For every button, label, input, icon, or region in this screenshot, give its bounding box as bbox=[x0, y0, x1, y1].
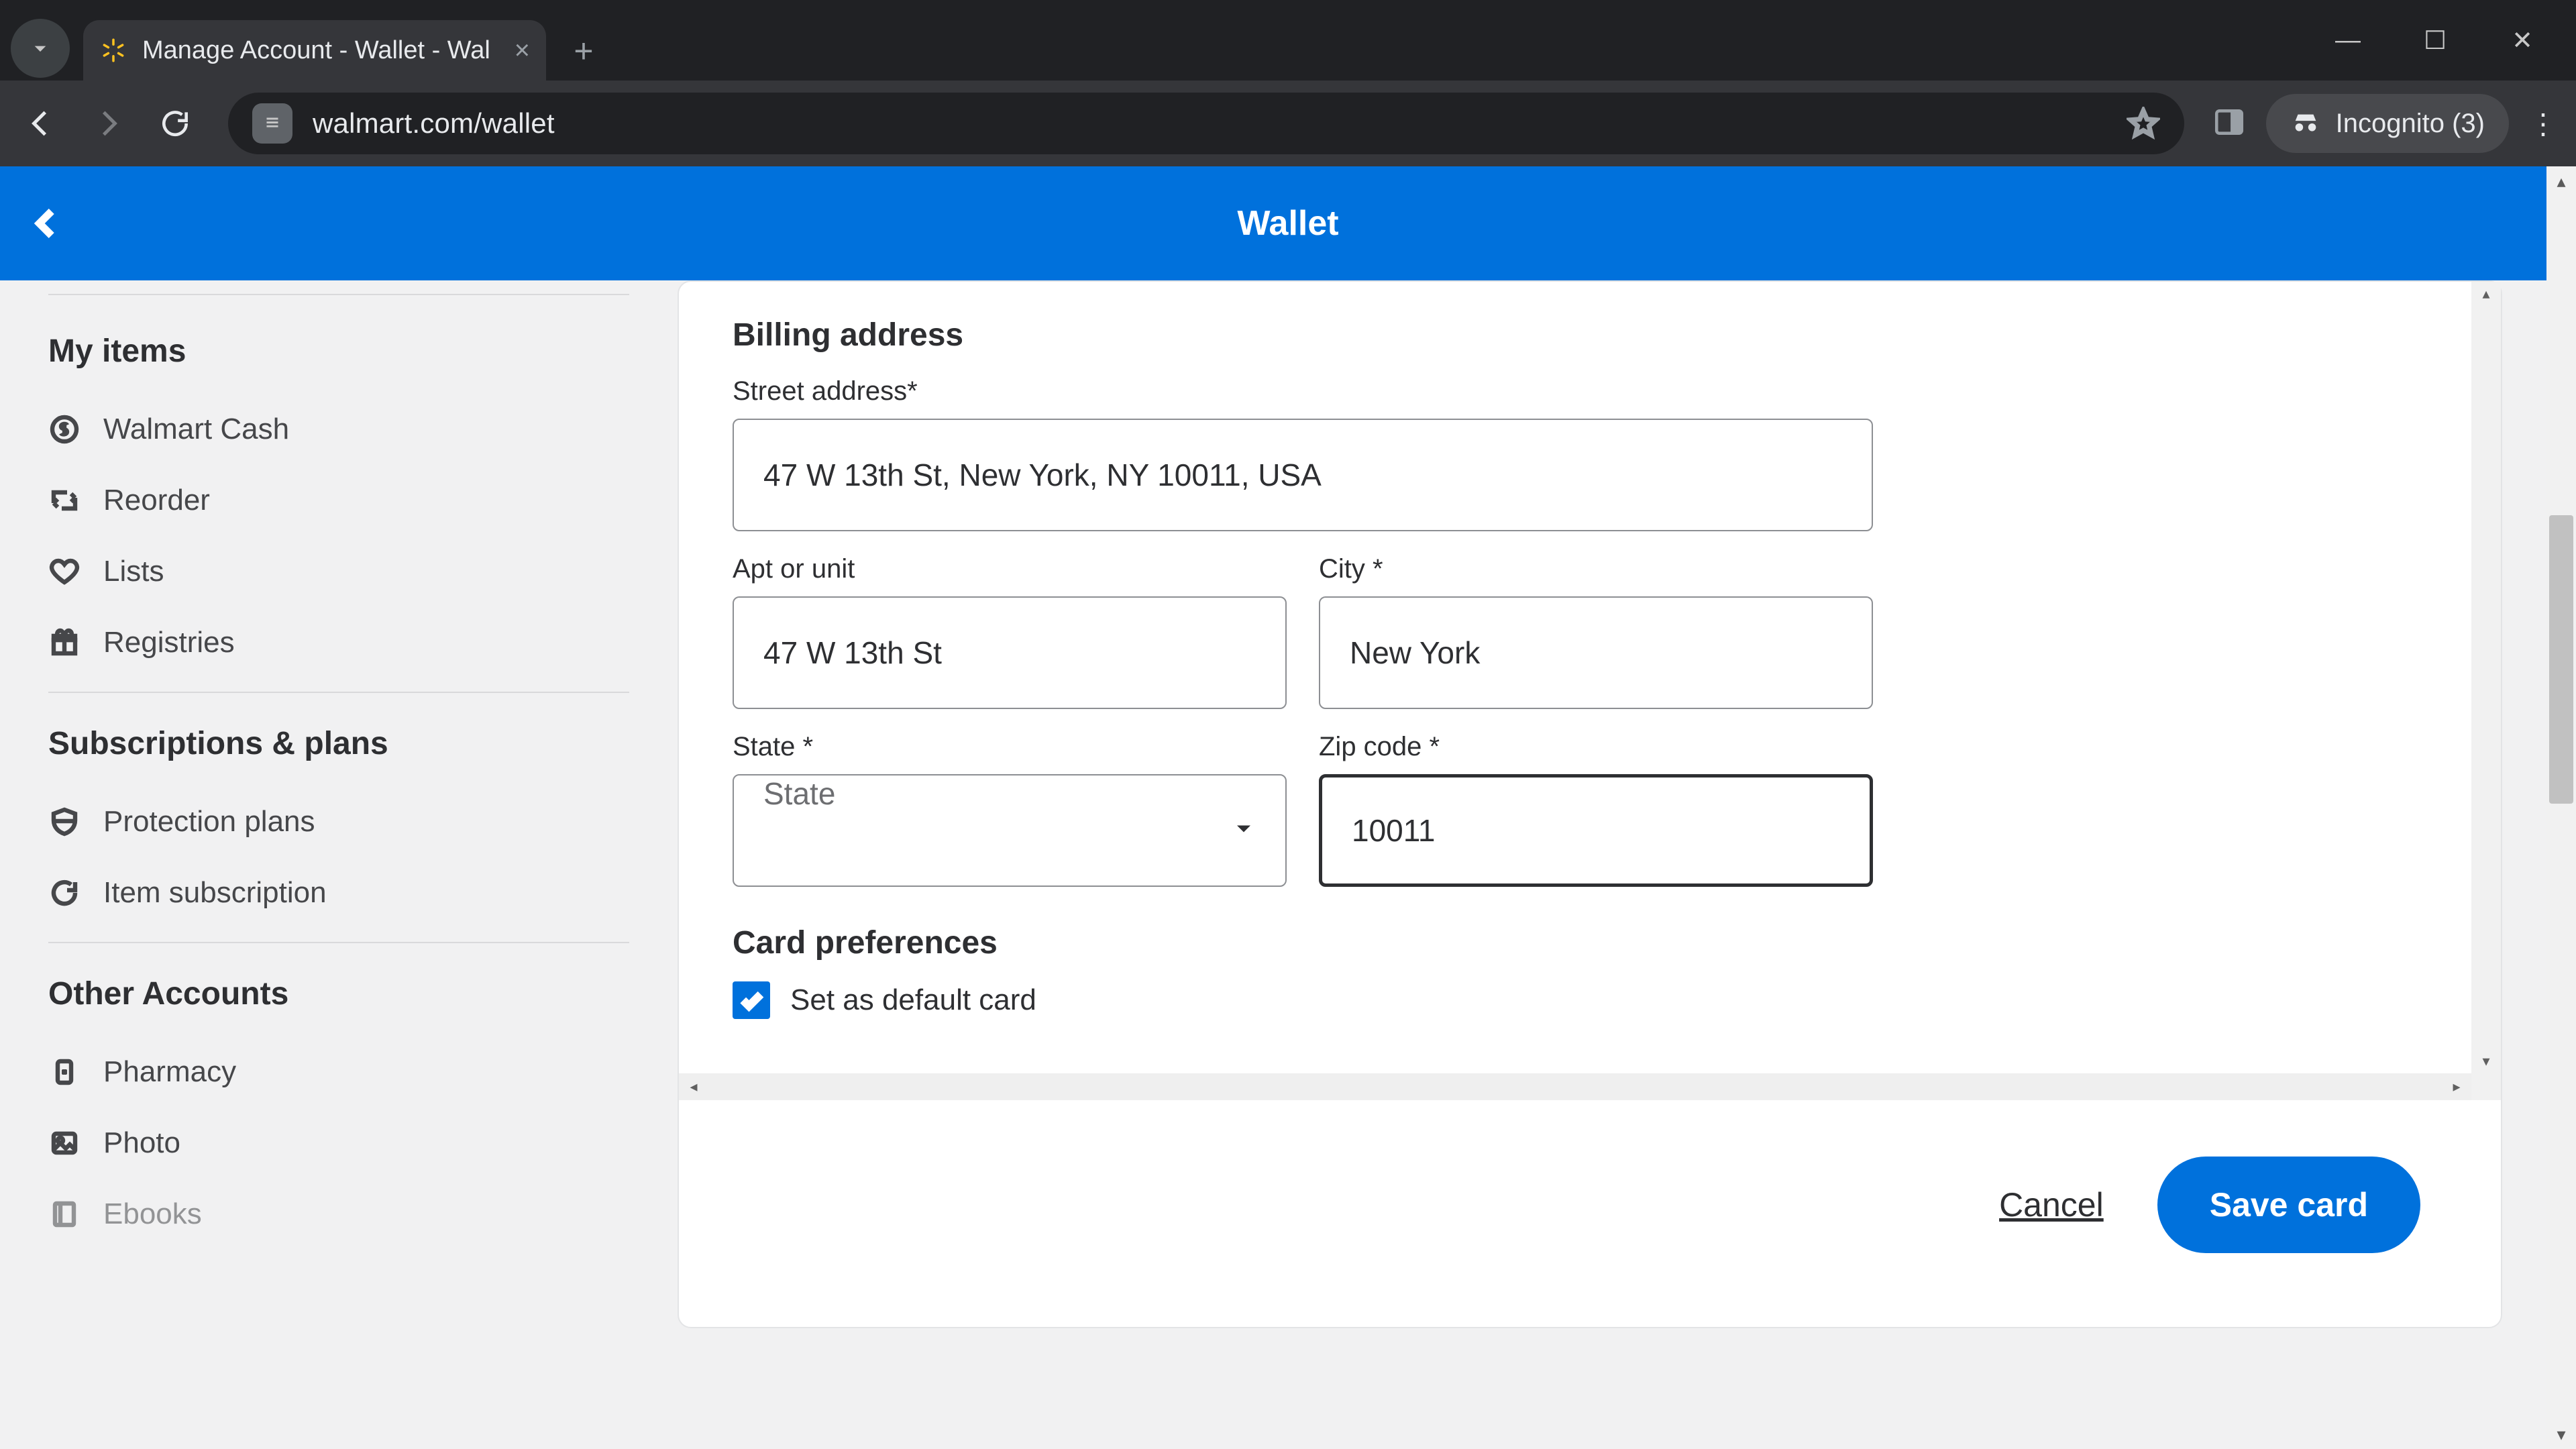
gift-icon bbox=[48, 627, 80, 659]
nav-forward-button[interactable] bbox=[83, 99, 133, 148]
walmart-favicon bbox=[99, 36, 127, 64]
page-back-button[interactable] bbox=[27, 203, 67, 244]
scroll-right-icon[interactable]: ▸ bbox=[2442, 1073, 2471, 1100]
tab-close-icon[interactable]: × bbox=[498, 36, 530, 66]
page-title: Wallet bbox=[1237, 203, 1338, 244]
incognito-indicator[interactable]: Incognito (3) bbox=[2266, 94, 2509, 153]
shield-icon bbox=[48, 806, 80, 838]
default-card-label: Set as default card bbox=[790, 983, 1036, 1017]
window-close-icon[interactable]: ✕ bbox=[2502, 25, 2542, 56]
address-bar[interactable]: walmart.com/wallet bbox=[228, 93, 2184, 154]
zip-input[interactable] bbox=[1319, 774, 1873, 887]
ebooks-icon bbox=[48, 1198, 80, 1230]
page-scroll-down-icon[interactable]: ▾ bbox=[2546, 1419, 2576, 1449]
billing-address-heading: Billing address bbox=[733, 317, 2447, 354]
street-address-input[interactable] bbox=[733, 419, 1873, 531]
sidebar-section-my-items: My items bbox=[48, 333, 629, 370]
sidebar-item-item-subscription[interactable]: Item subscription bbox=[48, 857, 629, 928]
reorder-icon bbox=[48, 484, 80, 517]
page-scroll-up-icon[interactable]: ▴ bbox=[2546, 166, 2576, 196]
scroll-left-icon[interactable]: ◂ bbox=[679, 1073, 708, 1100]
dollar-circle-icon bbox=[48, 413, 80, 445]
photo-icon bbox=[48, 1127, 80, 1159]
tab-title: Manage Account - Wallet - Wal bbox=[142, 36, 490, 65]
nav-back-button[interactable] bbox=[16, 99, 66, 148]
browser-toolbar: walmart.com/wallet Incognito (3) ⋮ bbox=[0, 80, 2576, 166]
street-address-label: Street address* bbox=[733, 376, 2447, 407]
new-tab-button[interactable]: + bbox=[559, 27, 608, 75]
form-horizontal-scrollbar[interactable]: ◂ ▸ bbox=[679, 1073, 2471, 1100]
zip-label: Zip code * bbox=[1319, 732, 1873, 762]
site-info-icon[interactable] bbox=[252, 103, 292, 144]
incognito-label: Incognito (3) bbox=[2336, 109, 2485, 139]
apt-input[interactable] bbox=[733, 596, 1287, 709]
city-label: City * bbox=[1319, 554, 1873, 584]
refresh-icon bbox=[48, 877, 80, 909]
url-text: walmart.com/wallet bbox=[313, 107, 555, 140]
page-scroll-thumb[interactable] bbox=[2549, 515, 2573, 804]
tab-strip: Manage Account - Wallet - Wal × + ― ☐ ✕ bbox=[0, 16, 2576, 80]
tab-search-button[interactable] bbox=[11, 19, 70, 78]
form-vertical-scrollbar[interactable]: ▴ ▾ bbox=[2471, 282, 2501, 1100]
payment-card-form: Billing address Street address* Apt or u… bbox=[678, 280, 2502, 1328]
sidebar-item-ebooks[interactable]: Ebooks bbox=[48, 1179, 629, 1250]
side-panel-icon[interactable] bbox=[2212, 105, 2249, 142]
sidebar-item-lists[interactable]: Lists bbox=[48, 536, 629, 607]
sidebar-section-other-accounts: Other Accounts bbox=[48, 975, 629, 1012]
sidebar-item-reorder[interactable]: Reorder bbox=[48, 465, 629, 536]
window-minimize-icon[interactable]: ― bbox=[2328, 26, 2368, 55]
sidebar-item-photo[interactable]: Photo bbox=[48, 1108, 629, 1179]
default-card-checkbox[interactable] bbox=[733, 981, 770, 1019]
page-vertical-scrollbar[interactable]: ▴ ▾ bbox=[2546, 166, 2576, 1449]
sidebar-item-walmart-cash[interactable]: Walmart Cash bbox=[48, 394, 629, 465]
sidebar-item-registries[interactable]: Registries bbox=[48, 607, 629, 678]
nav-reload-button[interactable] bbox=[150, 99, 200, 148]
account-sidebar: My items Walmart Cash Reorder Lists Regi… bbox=[0, 280, 678, 1449]
window-controls: ― ☐ ✕ bbox=[2328, 0, 2576, 80]
scroll-down-icon[interactable]: ▾ bbox=[2471, 1049, 2501, 1073]
window-maximize-icon[interactable]: ☐ bbox=[2415, 25, 2455, 56]
state-label: State * bbox=[733, 732, 1287, 762]
sidebar-item-pharmacy[interactable]: Pharmacy bbox=[48, 1036, 629, 1108]
cancel-link[interactable]: Cancel bbox=[1999, 1185, 2104, 1224]
sidebar-section-subscriptions: Subscriptions & plans bbox=[48, 725, 629, 762]
browser-menu-icon[interactable]: ⋮ bbox=[2526, 107, 2560, 140]
browser-tab-active[interactable]: Manage Account - Wallet - Wal × bbox=[83, 20, 546, 80]
city-input[interactable] bbox=[1319, 596, 1873, 709]
page-header: Wallet bbox=[0, 166, 2576, 280]
apt-label: Apt or unit bbox=[733, 554, 1287, 584]
sidebar-item-protection-plans[interactable]: Protection plans bbox=[48, 786, 629, 857]
bookmark-star-icon[interactable] bbox=[2127, 107, 2160, 140]
pharmacy-icon bbox=[48, 1056, 80, 1088]
card-preferences-heading: Card preferences bbox=[733, 924, 2447, 961]
state-select[interactable]: State bbox=[733, 774, 1287, 887]
chevron-down-icon bbox=[1230, 816, 1257, 846]
scroll-up-icon[interactable]: ▴ bbox=[2471, 282, 2501, 306]
save-card-button[interactable]: Save card bbox=[2157, 1157, 2420, 1253]
heart-icon bbox=[48, 555, 80, 588]
